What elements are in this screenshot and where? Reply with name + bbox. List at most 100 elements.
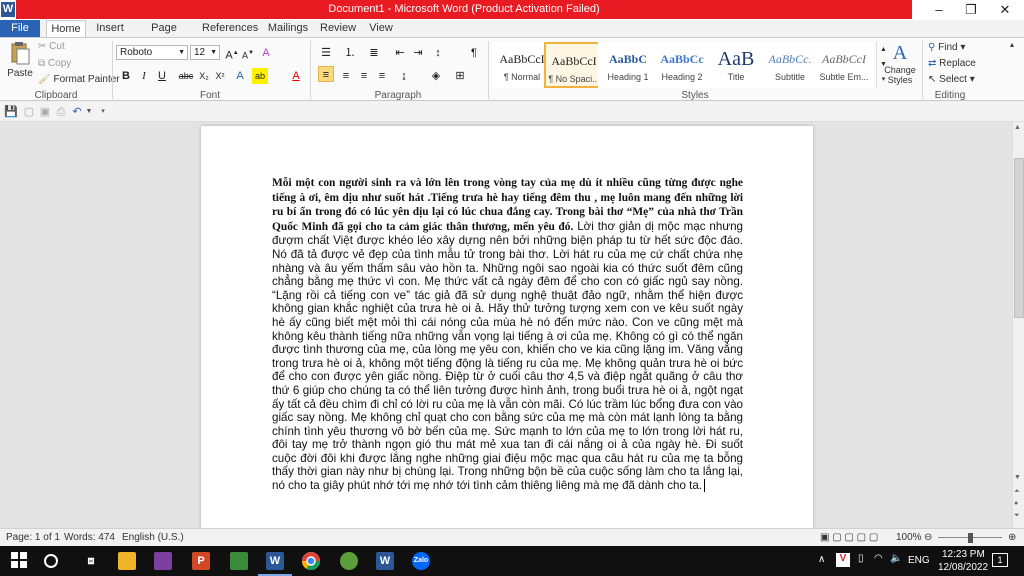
tab-home[interactable]: Home bbox=[46, 20, 86, 37]
borders-icon[interactable]: ⊞ bbox=[452, 68, 468, 84]
camtasia-icon[interactable] bbox=[230, 552, 248, 570]
print-icon[interactable]: ⎙ bbox=[54, 105, 68, 119]
collapse-ribbon-icon[interactable]: ▴ bbox=[1010, 40, 1014, 49]
browse-object-icon[interactable]: ● bbox=[1014, 500, 1018, 507]
document-body[interactable]: Mỗi một con người sinh ra và lớn lên tro… bbox=[272, 176, 743, 493]
zoom-level[interactable]: 100% bbox=[896, 529, 922, 547]
scroll-thumb[interactable] bbox=[1014, 158, 1024, 318]
scroll-down-icon[interactable]: ▼ bbox=[1014, 474, 1021, 481]
chevron-down-icon[interactable]: ▼ bbox=[82, 105, 96, 119]
style-normal[interactable]: AaBbCcI ¶ Normal bbox=[492, 42, 552, 88]
decrease-indent-icon[interactable]: ⇤ bbox=[392, 45, 408, 61]
zalo-icon[interactable]: Zalo bbox=[412, 552, 430, 570]
change-styles-button[interactable]: A Change Styles bbox=[882, 42, 918, 85]
cut-button[interactable]: ✂ Cut bbox=[38, 41, 65, 52]
find-button[interactable]: ⚲ Find ▾ bbox=[928, 42, 965, 53]
tray-chevron-icon[interactable]: ∧ bbox=[818, 554, 825, 565]
paste-button[interactable]: Paste bbox=[6, 41, 34, 87]
shading-icon[interactable]: ◈ bbox=[428, 68, 444, 84]
subscript-icon[interactable]: X₂ bbox=[196, 68, 212, 84]
copy-button[interactable]: ⧉ Copy bbox=[38, 58, 71, 69]
show-marks-icon[interactable]: ¶ bbox=[466, 45, 482, 61]
input-language[interactable]: ENG bbox=[908, 555, 930, 566]
bold-icon[interactable]: B bbox=[118, 68, 134, 84]
vertical-scrollbar[interactable]: ▲ ▼ ⏶ ● ⏷ bbox=[1012, 122, 1024, 528]
search-icon[interactable] bbox=[44, 554, 58, 568]
tab-mailings[interactable]: Mailings bbox=[266, 20, 310, 37]
tab-file[interactable]: File bbox=[0, 20, 40, 37]
line-spacing-icon[interactable]: ↨ bbox=[396, 68, 412, 84]
style-heading-2[interactable]: AaBbCc Heading 2 bbox=[652, 42, 712, 88]
word-taskbar-icon[interactable]: W bbox=[266, 552, 284, 570]
close-button[interactable]: ✕ bbox=[990, 2, 1020, 18]
superscript-icon[interactable]: X² bbox=[212, 68, 228, 84]
clock-date[interactable]: 12/08/2022 bbox=[938, 562, 988, 573]
numbering-icon[interactable]: ⒈ bbox=[342, 45, 358, 61]
maximize-button[interactable]: ❐ bbox=[956, 2, 986, 18]
open-icon[interactable]: ▣ bbox=[38, 105, 52, 119]
font-size-select[interactable]: 12 ▼ bbox=[190, 45, 220, 60]
font-family-select[interactable]: Roboto ▼ bbox=[116, 45, 188, 60]
format-painter-button[interactable]: 🖌 Format Painter bbox=[38, 74, 120, 85]
clear-format-icon[interactable]: A bbox=[258, 45, 274, 61]
highlight-icon[interactable]: ab bbox=[252, 68, 268, 84]
wifi-icon[interactable]: ◠ bbox=[874, 553, 883, 564]
word-app-icon[interactable]: W bbox=[1, 2, 15, 17]
zoom-out-icon[interactable]: ⊖ bbox=[924, 529, 932, 547]
word-count[interactable]: Words: 474 bbox=[64, 529, 115, 547]
strikethrough-icon[interactable]: abc bbox=[178, 68, 194, 84]
winrar-icon[interactable] bbox=[154, 552, 172, 570]
bullets-icon[interactable]: ☰ bbox=[318, 45, 334, 61]
increase-indent-icon[interactable]: ⇥ bbox=[410, 45, 426, 61]
replace-button[interactable]: ⇄ Replace bbox=[928, 58, 976, 69]
volume-icon[interactable]: 🔈 bbox=[890, 553, 902, 564]
align-center-icon[interactable]: ≡ bbox=[338, 68, 354, 84]
word-taskbar-icon-2[interactable]: W bbox=[376, 552, 394, 570]
style-heading-1[interactable]: AaBbC Heading 1 bbox=[598, 42, 658, 88]
tab-references[interactable]: References bbox=[202, 20, 258, 37]
prev-page-icon[interactable]: ⏶ bbox=[1014, 488, 1020, 496]
powerpoint-icon[interactable]: P bbox=[192, 552, 210, 570]
task-view-icon[interactable]: ⧈ bbox=[82, 552, 100, 570]
customize-toolbar-icon[interactable]: ▾ bbox=[96, 105, 110, 119]
scroll-up-icon[interactable]: ▲ bbox=[1014, 124, 1021, 131]
file-explorer-icon[interactable] bbox=[118, 552, 136, 570]
notification-icon[interactable]: 1 bbox=[992, 553, 1008, 567]
multilevel-list-icon[interactable]: ≣ bbox=[366, 45, 382, 61]
new-icon[interactable]: ▢ bbox=[22, 105, 36, 119]
grow-font-icon[interactable]: A▲ bbox=[224, 45, 240, 62]
underline-icon[interactable]: U bbox=[154, 68, 170, 84]
text-effects-icon[interactable]: A bbox=[232, 68, 248, 84]
style-subtitle[interactable]: AaBbCc. Subtitle bbox=[760, 42, 820, 88]
save-icon[interactable]: 💾 bbox=[4, 105, 18, 119]
justify-icon[interactable]: ≡ bbox=[374, 68, 390, 84]
language-indicator[interactable]: English (U.S.) bbox=[122, 529, 184, 547]
style-title[interactable]: AaB Title bbox=[706, 42, 766, 88]
align-left-icon[interactable]: ≡ bbox=[318, 66, 334, 82]
minimize-button[interactable]: – bbox=[924, 2, 954, 18]
style-subtle-emphasis[interactable]: AaBbCcI Subtle Em... bbox=[814, 42, 874, 88]
chrome-icon[interactable] bbox=[302, 552, 320, 571]
tab-review[interactable]: Review bbox=[320, 20, 356, 37]
windows-start-icon[interactable] bbox=[10, 552, 28, 570]
next-page-icon[interactable]: ⏷ bbox=[1014, 512, 1020, 520]
align-right-icon[interactable]: ≡ bbox=[356, 68, 372, 84]
network-icon[interactable]: ▯ bbox=[858, 553, 864, 564]
clock-time[interactable]: 12:23 PM bbox=[942, 549, 985, 560]
document-page[interactable]: Mỗi một con người sinh ra và lớn lên tro… bbox=[201, 126, 813, 528]
italic-icon[interactable]: I bbox=[136, 68, 152, 84]
tab-view[interactable]: View bbox=[366, 20, 396, 37]
zoom-in-icon[interactable]: ⊕ bbox=[1008, 529, 1016, 547]
print-layout-icon[interactable]: ▣ ▢ ▢ ▢ ▢ bbox=[820, 529, 878, 547]
tab-insert[interactable]: Insert bbox=[92, 20, 128, 37]
shrink-font-icon[interactable]: A▼ bbox=[240, 45, 256, 61]
vietkey-icon[interactable]: V bbox=[836, 553, 850, 567]
font-color-icon[interactable]: A bbox=[288, 68, 304, 84]
tab-page-layout[interactable]: Page Layout bbox=[136, 20, 192, 51]
zoom-slider-thumb[interactable] bbox=[968, 533, 973, 543]
page-count[interactable]: Page: 1 of 1 bbox=[6, 529, 60, 547]
coccoc-icon[interactable] bbox=[340, 552, 358, 570]
sort-icon[interactable]: ↕ bbox=[430, 45, 446, 61]
select-button[interactable]: ↖ Select ▾ bbox=[928, 74, 975, 85]
style-no-spacing[interactable]: AaBbCcI ¶ No Spaci... bbox=[544, 42, 604, 88]
